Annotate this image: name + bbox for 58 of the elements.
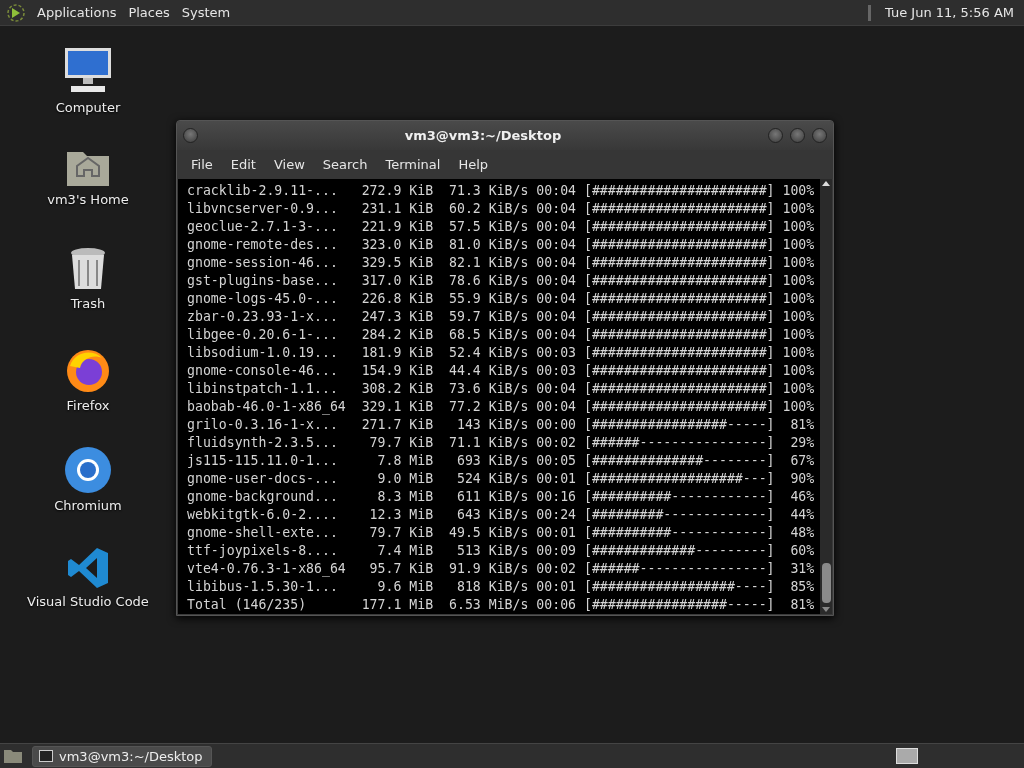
desktop-icon[interactable]: vm3's Home [13,146,163,246]
minimize-button[interactable] [768,128,783,143]
close-button[interactable] [812,128,827,143]
terminal-line: gnome-console-46... 154.9 KiB 44.4 KiB/s 00:03 [######################] 100% [187,362,816,380]
terminal-line: libsodium-1.0.19... 181.9 KiB 52.4 KiB/s 00:03 [######################] 100% [187,344,816,362]
terminal-line: zbar-0.23.93-1-x... 247.3 KiB 59.7 KiB/s 00:04 [######################] 100% [187,308,816,326]
menu-item[interactable]: Search [314,154,376,175]
terminal-line: libibus-1.5.30-1... 9.6 MiB 818 KiB/s 00:01 [##################----] 85% [187,578,816,596]
terminal-line: js115-115.11.0-1... 7.8 MiB 693 KiB/s 00:05 [##############--------] 67% [187,452,816,470]
menu-item[interactable]: Terminal [377,154,449,175]
vscode-icon [66,546,110,590]
terminal-line: ttf-joypixels-8.... 7.4 MiB 513 KiB/s 00:09 [#############---------] 60% [187,542,816,560]
terminal-icon [39,750,53,762]
panel-menu[interactable]: Applications [36,3,118,22]
terminal-line: cracklib-2.9.11-... 272.9 KiB 71.3 KiB/s 00:04 [######################] 100% [187,182,816,200]
terminal-line: gnome-session-46... 329.5 KiB 82.1 KiB/s 00:04 [######################] 100% [187,254,816,272]
desktop-icon[interactable]: Trash [13,246,163,346]
terminal-line: fluidsynth-2.3.5... 79.7 KiB 71.1 KiB/s 00:02 [######----------------] 29% [187,434,816,452]
terminal-line: gnome-user-docs-... 9.0 MiB 524 KiB/s 00:01 [###################---] 90% [187,470,816,488]
menu-item[interactable]: View [265,154,313,175]
taskbar-button[interactable]: vm3@vm3:~/Desktop [32,745,212,767]
panel-separator-icon [867,4,871,21]
terminal-line: libgee-0.20.6-1-... 284.2 KiB 68.5 KiB/s 00:04 [######################] 100% [187,326,816,344]
panel-menu[interactable]: Places [127,3,171,22]
terminal-line: grilo-0.3.16-1-x... 271.7 KiB 143 KiB/s 00:00 [#################-----] 81% [187,416,816,434]
terminal-line: vte4-0.76.3-1-x86_64 95.7 KiB 91.9 KiB/s 00:02 [######----------------] 31% [187,560,816,578]
menu-item[interactable]: File [183,154,221,175]
terminal-line: gnome-shell-exte... 79.7 KiB 49.5 KiB/s 00:01 [##########------------] 48% [187,524,816,542]
desktop-icon[interactable]: Firefox [13,346,163,446]
terminal-line: gnome-logs-45.0-... 226.8 KiB 55.9 KiB/s 00:04 [######################] 100% [187,290,816,308]
terminal-line: Total (146/235) 177.1 MiB 6.53 MiB/s 00:06 [#################-----] 81% [187,596,816,614]
terminal-line: gnome-remote-des... 323.0 KiB 81.0 KiB/s 00:04 [######################] 100% [187,236,816,254]
terminal-line: gnome-background... 8.3 MiB 611 KiB/s 00:16 [##########------------] 46% [187,488,816,506]
maximize-button[interactable] [790,128,805,143]
clock[interactable]: Tue Jun 11, 5:56 AM [880,3,1018,22]
window-menu-button[interactable] [183,128,198,143]
window-title: vm3@vm3:~/Desktop [403,128,563,143]
terminal-line: geoclue-2.7.1-3-... 221.9 KiB 57.5 KiB/s 00:04 [######################] 100% [187,218,816,236]
trash-icon [68,246,108,292]
chromium-icon [64,446,112,494]
terminal-line: gst-plugins-base... 317.0 KiB 78.6 KiB/s 00:04 [######################] 100% [187,272,816,290]
desktop-icon[interactable]: Computer [13,46,163,146]
distro-logo-icon[interactable] [6,2,26,23]
scroll-down-icon[interactable] [822,607,830,612]
terminal-line: libinstpatch-1.1... 308.2 KiB 73.6 KiB/s 00:04 [######################] 100% [187,380,816,398]
show-desktop-icon[interactable] [2,747,24,765]
desktop-icon[interactable]: Chromium [13,446,163,546]
terminal-line: webkitgtk-6.0-2.... 12.3 MiB 643 KiB/s 00:24 [#########-------------] 44% [187,506,816,524]
panel-menu[interactable]: System [180,3,232,22]
scroll-thumb[interactable] [821,563,831,603]
workspace-switcher[interactable] [896,748,918,764]
menu-item[interactable]: Edit [222,154,264,175]
scrollbar[interactable] [820,179,832,614]
desktop-icon[interactable]: Visual Studio Code [13,546,163,646]
terminal-line: baobab-46.0-1-x86_64 329.1 KiB 77.2 KiB/s 00:04 [######################] 100% [187,398,816,416]
menu-item[interactable]: Help [450,154,497,175]
scroll-up-icon[interactable] [822,181,830,186]
terminal-line: libvncserver-0.9... 231.1 KiB 60.2 KiB/s 00:04 [######################] 100% [187,200,816,218]
